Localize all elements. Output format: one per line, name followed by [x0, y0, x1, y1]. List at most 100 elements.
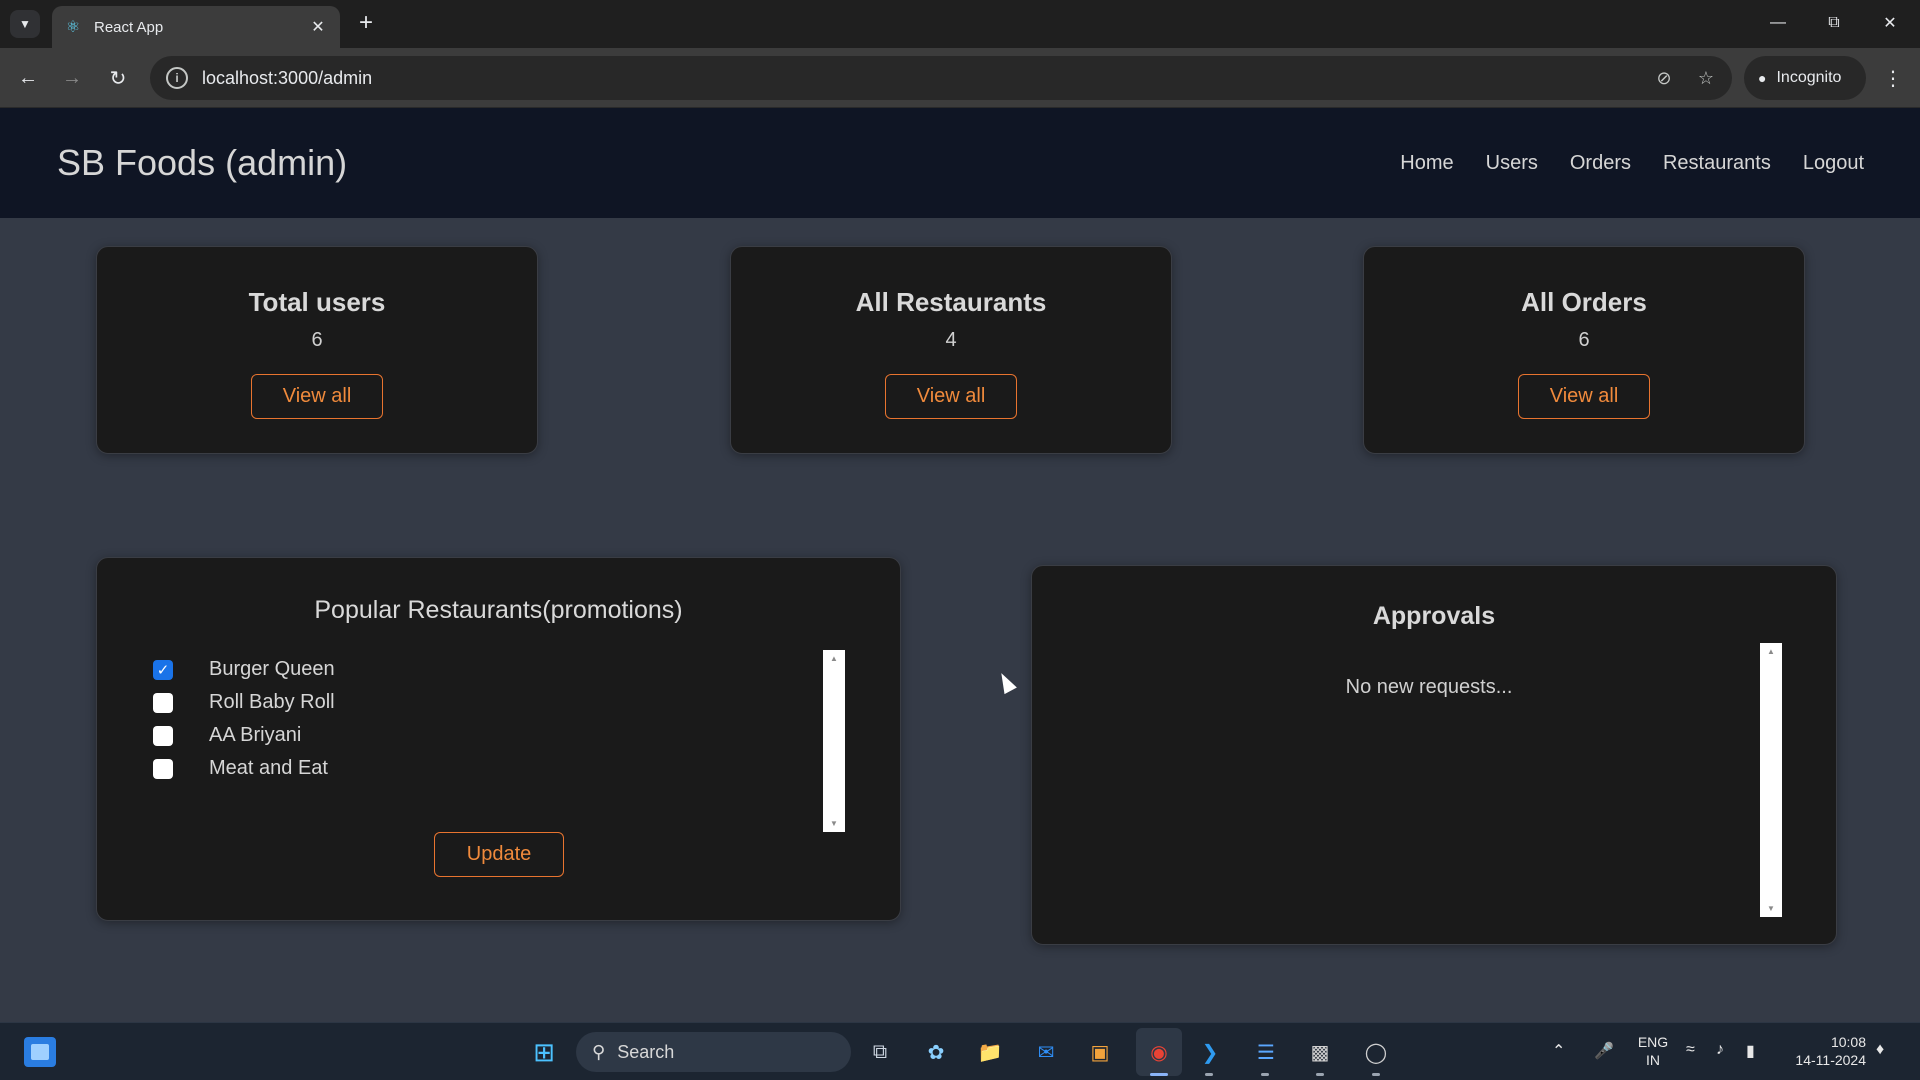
card-title: All Orders	[1521, 287, 1647, 317]
incognito-label: Incognito	[1776, 69, 1842, 86]
running-app-indicator	[1372, 1073, 1380, 1076]
card-title: All Restaurants	[855, 287, 1047, 317]
file-explorer-icon[interactable]: 📁	[972, 1034, 1008, 1070]
tab-title: React App	[94, 18, 164, 36]
card-count: 6	[311, 329, 323, 351]
active-app-indicator	[1150, 1073, 1168, 1076]
scroll-up-icon[interactable]: ▲	[1760, 647, 1782, 656]
reload-icon[interactable]: ↻	[102, 62, 134, 94]
brand-title: SB Foods (admin)	[57, 142, 348, 183]
total-users-card: Total users 6 View all	[96, 246, 538, 454]
checkbox-meat-and-eat[interactable]	[153, 758, 173, 779]
card-title: Total users	[248, 287, 386, 317]
lang-line-2: IN	[1646, 1052, 1660, 1068]
windows-start-icon[interactable]: ⊞	[526, 1034, 562, 1070]
list-item[interactable]: Roll Baby Roll	[153, 686, 335, 719]
nav-links: Home Users Orders Restaurants Logout	[1400, 152, 1864, 175]
notepad-icon[interactable]: ☰	[1248, 1034, 1284, 1070]
promotions-scrollbar[interactable]: ▲ ▼	[823, 650, 845, 832]
browser-tab[interactable]: ⚛ React App ✕	[52, 6, 340, 48]
scroll-down-icon[interactable]: ▼	[823, 819, 845, 828]
promotions-list: ✓ Burger Queen Roll Baby Roll AA Briyani…	[153, 653, 335, 785]
clock-date: 14-11-2024	[1795, 1052, 1866, 1068]
browser-toolbar: ← → ↻ i localhost:3000/admin ⊘ ☆ ● Incog…	[0, 48, 1920, 108]
language-indicator[interactable]: ENG IN	[1636, 1033, 1670, 1069]
browser-tab-bar: ▼ ⚛ React App ✕ + — ⧉ ✕	[0, 0, 1920, 48]
tab-close-icon[interactable]: ✕	[308, 17, 328, 37]
incognito-icon: ●	[1758, 70, 1767, 86]
widgets-icon[interactable]	[24, 1037, 56, 1067]
approvals-empty-text: No new requests...	[1345, 676, 1513, 698]
github-desktop-icon[interactable]: ◯	[1358, 1034, 1394, 1070]
all-orders-card: All Orders 6 View all	[1363, 246, 1805, 454]
running-app-indicator	[1205, 1073, 1213, 1076]
approvals-card: Approvals No new requests... ▲ ▼	[1031, 565, 1837, 945]
terminal-icon[interactable]: ▩	[1302, 1034, 1338, 1070]
checkbox-roll-baby-roll[interactable]	[153, 692, 173, 713]
list-item[interactable]: Meat and Eat	[153, 752, 335, 785]
vscode-icon[interactable]: ❯	[1192, 1034, 1228, 1070]
nav-users[interactable]: Users	[1486, 152, 1538, 175]
restaurant-label: Meat and Eat	[209, 757, 328, 779]
outlook-icon[interactable]: ✉	[1028, 1034, 1064, 1070]
forward-arrow-icon[interactable]: →	[56, 62, 88, 94]
scroll-up-icon[interactable]: ▲	[823, 654, 845, 663]
clock-time: 10:08	[1830, 1034, 1866, 1050]
battery-icon[interactable]: ▮	[1746, 1041, 1755, 1061]
popular-restaurants-card: Popular Restaurants(promotions) ✓ Burger…	[96, 557, 901, 921]
taskbar-search[interactable]: ⚲ Search	[576, 1032, 851, 1072]
copilot-icon[interactable]: ✿	[918, 1034, 954, 1070]
bookmark-star-icon[interactable]: ☆	[1690, 62, 1722, 94]
running-app-indicator	[1316, 1073, 1324, 1076]
react-favicon-icon: ⚛	[65, 19, 81, 36]
list-item[interactable]: ✓ Burger Queen	[153, 653, 335, 686]
checkbox-burger-queen[interactable]: ✓	[153, 659, 173, 680]
list-item[interactable]: AA Briyani	[153, 719, 335, 752]
checkbox-aa-briyani[interactable]	[153, 725, 173, 746]
approvals-scrollbar[interactable]: ▲ ▼	[1760, 643, 1782, 917]
card-count: 6	[1578, 329, 1590, 351]
lang-line-1: ENG	[1637, 1034, 1669, 1050]
site-info-icon[interactable]: i	[166, 67, 188, 89]
restaurant-label: Burger Queen	[209, 658, 335, 680]
clock[interactable]: 10:08 14-11-2024	[1786, 1033, 1866, 1069]
nav-orders[interactable]: Orders	[1570, 152, 1631, 175]
all-restaurants-card: All Restaurants 4 View all	[730, 246, 1172, 454]
notification-bell-icon[interactable]: ♦	[1876, 1041, 1884, 1059]
new-tab-plus-icon[interactable]: +	[352, 10, 380, 38]
microphone-icon[interactable]: 🎤	[1594, 1041, 1614, 1061]
window-close-icon[interactable]: ✕	[1868, 8, 1912, 38]
tab-search-chevron-icon[interactable]: ▼	[10, 10, 40, 38]
nav-restaurants[interactable]: Restaurants	[1663, 152, 1771, 175]
back-arrow-icon[interactable]: ←	[12, 62, 44, 94]
card-count: 4	[945, 329, 957, 351]
microsoft-store-icon[interactable]: ▣	[1082, 1034, 1118, 1070]
update-button[interactable]: Update	[434, 832, 564, 877]
volume-icon[interactable]: ♪	[1716, 1041, 1724, 1059]
running-app-indicator	[1261, 1073, 1269, 1076]
view-all-orders-button[interactable]: View all	[1518, 374, 1650, 419]
chrome-icon[interactable]: ◉	[1141, 1034, 1177, 1070]
browser-menu-icon[interactable]: ⋮	[1878, 62, 1908, 94]
task-view-icon[interactable]: ⧉	[862, 1034, 898, 1070]
view-all-restaurants-button[interactable]: View all	[885, 374, 1017, 419]
promotions-title: Popular Restaurants(promotions)	[314, 596, 683, 624]
eye-off-icon[interactable]: ⊘	[1648, 62, 1680, 94]
restaurant-label: Roll Baby Roll	[209, 691, 335, 713]
minimize-icon[interactable]: —	[1756, 8, 1800, 38]
mouse-cursor-icon	[995, 669, 1017, 695]
taskbar: ⊞ ⚲ Search ⧉ ✿ 📁 ✉ ▣ ◉ ❯ ☰ ▩ ◯ ⌃ 🎤 ENG I…	[0, 1022, 1920, 1080]
view-all-users-button[interactable]: View all	[251, 374, 383, 419]
address-bar[interactable]: i localhost:3000/admin ⊘ ☆	[150, 56, 1732, 100]
search-icon: ⚲	[592, 1041, 606, 1062]
tray-chevron-up-icon[interactable]: ⌃	[1552, 1041, 1565, 1061]
url-text[interactable]: localhost:3000/admin	[202, 68, 1648, 89]
restore-icon[interactable]: ⧉	[1812, 8, 1856, 38]
incognito-button[interactable]: ● Incognito	[1744, 56, 1866, 100]
app-navbar: SB Foods (admin) Home Users Orders Resta…	[0, 108, 1920, 218]
nav-home[interactable]: Home	[1400, 152, 1453, 175]
nav-logout[interactable]: Logout	[1803, 152, 1864, 175]
taskbar-search-label: Search	[617, 1041, 675, 1062]
scroll-down-icon[interactable]: ▼	[1760, 904, 1782, 913]
wifi-icon[interactable]: ≈	[1686, 1041, 1695, 1059]
